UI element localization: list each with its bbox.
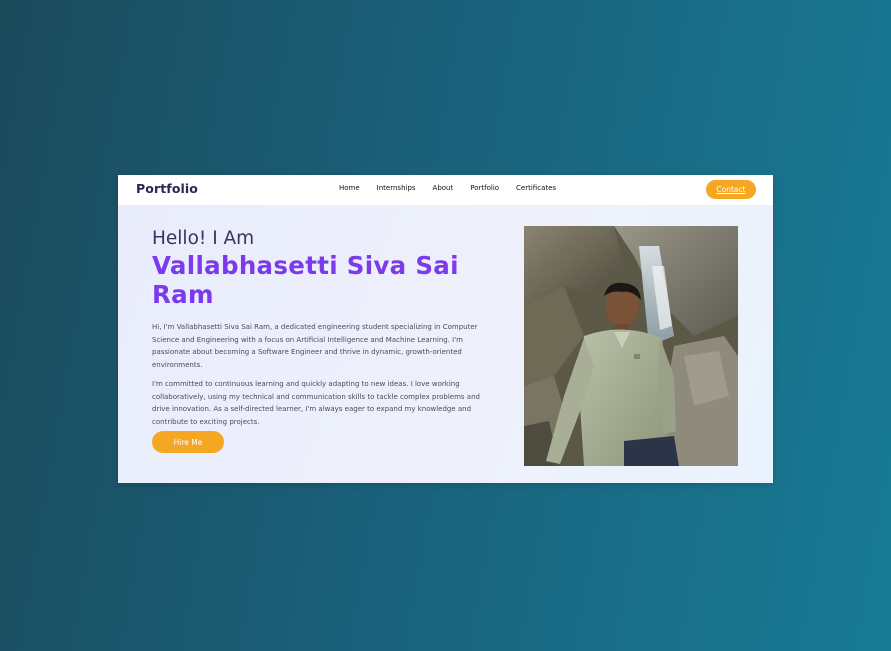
hero-paragraph-2: I'm committed to continuous learning and… [152,380,480,426]
nav-link-certificates[interactable]: Certificates [516,184,556,192]
navbar: Portfolio Home Internships About Portfol… [118,175,773,205]
hero-name: Vallabhasetti Siva Sai Ram [152,251,459,309]
nav-link-home[interactable]: Home [339,184,360,192]
hero-section: Hello! I Am Vallabhasetti Siva Sai Ram H… [118,205,773,483]
nav-link-about[interactable]: About [433,184,454,192]
contact-button[interactable]: Contact [706,180,756,199]
hero-paragraph-1: Hi, I'm Vallabhasetti Siva Sai Ram, a de… [152,323,478,369]
hire-me-button[interactable]: Hire Me [152,431,224,453]
brand-logo[interactable]: Portfolio [136,181,198,196]
browser-viewport: Portfolio Home Internships About Portfol… [118,175,773,483]
nav-link-portfolio[interactable]: Portfolio [470,184,499,192]
nav-links: Home Internships About Portfolio Certifi… [339,184,556,192]
profile-photo [524,226,738,466]
profile-photo-illustration [524,226,738,466]
nav-link-internships[interactable]: Internships [377,184,416,192]
hero-greeting: Hello! I Am [152,228,255,249]
